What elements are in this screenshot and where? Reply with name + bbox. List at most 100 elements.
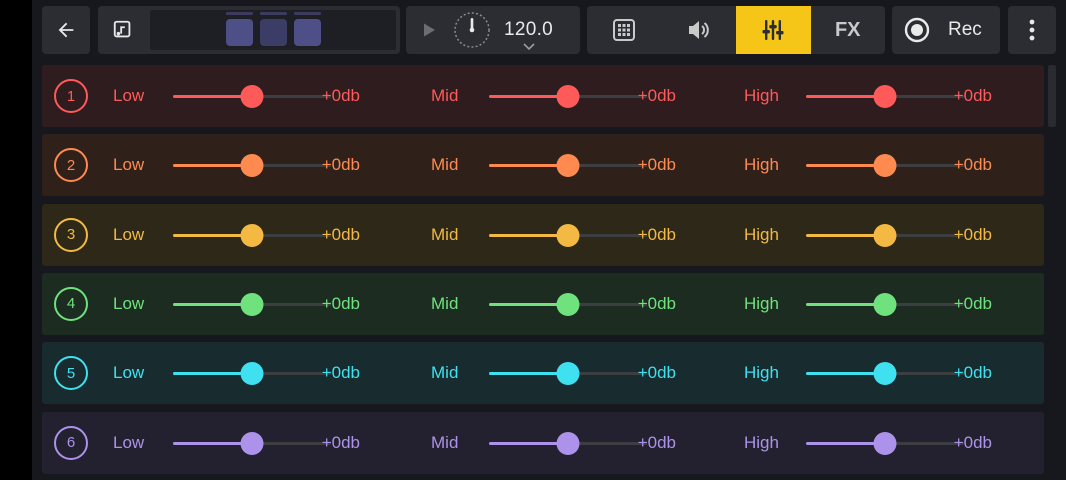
slider-thumb[interactable] xyxy=(556,292,580,316)
play-icon xyxy=(424,23,435,37)
mid-band-label: Mid xyxy=(431,363,459,383)
high-band-label: High xyxy=(744,155,779,175)
slider-thumb[interactable] xyxy=(240,223,264,247)
high-band-label: High xyxy=(744,432,779,452)
scrollbar[interactable] xyxy=(1048,65,1056,127)
low-gain-value: +0db xyxy=(321,224,360,244)
fx-view-button[interactable]: FX xyxy=(811,6,886,54)
fx-label: FX xyxy=(834,18,861,41)
pattern-pad[interactable] xyxy=(260,19,287,46)
toolbar: 120.0 FX Rec xyxy=(32,0,1066,62)
pattern-selector[interactable] xyxy=(98,6,400,54)
tempo-control[interactable]: 120.0 xyxy=(406,6,580,54)
slider-thumb[interactable] xyxy=(240,431,264,455)
pattern-strip[interactable] xyxy=(150,10,396,50)
mid-gain-value: +0db xyxy=(637,293,676,313)
slider-thumb[interactable] xyxy=(240,362,264,386)
pattern-marker xyxy=(294,12,321,15)
slider-thumb[interactable] xyxy=(873,223,897,247)
low-gain-value: +0db xyxy=(321,155,360,175)
low-band-label: Low xyxy=(113,363,145,383)
channel-row: 6 Low +0db Mid +0db High +0db xyxy=(42,411,1044,474)
pattern-marker xyxy=(226,12,253,15)
low-gain-value: +0db xyxy=(321,86,360,105)
slider-thumb[interactable] xyxy=(873,431,897,455)
high-band-label: High xyxy=(744,224,779,244)
channel-number[interactable]: 5 xyxy=(54,356,88,391)
record-button[interactable]: Rec xyxy=(892,6,1000,54)
sliders-icon xyxy=(762,20,784,40)
high-band-label: High xyxy=(744,363,779,383)
slider-thumb[interactable] xyxy=(240,85,264,108)
mid-gain-value: +0db xyxy=(637,432,676,452)
low-band-label: Low xyxy=(113,155,145,175)
low-gain-value: +0db xyxy=(321,293,360,313)
channel-row: 5 Low +0db Mid +0db High +0db xyxy=(42,342,1044,405)
volume-view-button[interactable] xyxy=(662,6,737,54)
arrow-left-icon xyxy=(58,22,74,38)
mid-gain-value: +0db xyxy=(637,155,676,175)
low-band-label: Low xyxy=(113,293,145,313)
mid-band-label: Mid xyxy=(431,293,459,313)
channel-row: 4 Low +0db Mid +0db High +0db xyxy=(42,272,1044,335)
mid-band-label: Mid xyxy=(431,155,459,175)
slider-thumb[interactable] xyxy=(873,85,897,108)
play-button[interactable] xyxy=(406,22,452,38)
slider-thumb[interactable] xyxy=(873,362,897,386)
mid-band-label: Mid xyxy=(431,86,459,105)
more-options-button[interactable] xyxy=(1008,6,1056,54)
channel-number[interactable]: 6 xyxy=(54,425,88,460)
tempo-value[interactable]: 120.0 xyxy=(504,19,554,51)
slider-thumb[interactable] xyxy=(556,223,580,247)
low-gain-value: +0db xyxy=(321,363,360,383)
low-gain-value: +0db xyxy=(321,432,360,452)
app: 120.0 FX Rec 1 Low +0db Mid +0db High +0… xyxy=(32,0,1066,480)
music-note-icon xyxy=(113,20,131,38)
low-band-label: Low xyxy=(113,224,145,244)
low-band-label: Low xyxy=(113,432,145,452)
grid-pads-icon xyxy=(613,19,636,41)
high-band-label: High xyxy=(744,293,779,313)
slider-thumb[interactable] xyxy=(873,154,897,178)
mixer-view-button[interactable] xyxy=(736,6,811,54)
slider-thumb[interactable] xyxy=(556,85,580,108)
tempo-value-text: 120.0 xyxy=(504,19,554,40)
slider-thumb[interactable] xyxy=(556,154,580,178)
high-gain-value: +0db xyxy=(953,224,992,244)
slider-thumb[interactable] xyxy=(556,362,580,386)
view-switcher: FX xyxy=(587,6,885,54)
slider-thumb[interactable] xyxy=(873,292,897,316)
mid-gain-value: +0db xyxy=(637,363,676,383)
pattern-library-button[interactable] xyxy=(98,6,148,54)
back-button[interactable] xyxy=(42,6,90,54)
slider-thumb[interactable] xyxy=(240,292,264,316)
high-gain-value: +0db xyxy=(953,155,992,175)
metronome-dial-icon xyxy=(454,12,490,48)
record-label: Rec xyxy=(948,19,982,40)
channel-number[interactable]: 3 xyxy=(54,217,88,252)
channel-row: 2 Low +0db Mid +0db High +0db xyxy=(42,134,1044,197)
channel-row: 1 Low +0db Mid +0db High +0db xyxy=(42,65,1044,127)
high-gain-value: +0db xyxy=(953,363,992,383)
record-icon xyxy=(904,17,930,43)
channel-row: 3 Low +0db Mid +0db High +0db xyxy=(42,203,1044,266)
chevron-down-icon xyxy=(522,43,535,51)
slider-thumb[interactable] xyxy=(556,431,580,455)
channel-number[interactable]: 1 xyxy=(54,79,88,113)
high-gain-value: +0db xyxy=(953,432,992,452)
pattern-pad[interactable] xyxy=(226,19,253,46)
metronome-dial[interactable] xyxy=(452,10,492,50)
channel-number[interactable]: 4 xyxy=(54,286,88,321)
pads-view-button[interactable] xyxy=(587,6,662,54)
more-vertical-icon xyxy=(1029,19,1035,41)
channel-number[interactable]: 2 xyxy=(54,148,88,183)
mid-gain-value: +0db xyxy=(637,86,676,105)
pattern-pad[interactable] xyxy=(294,19,321,46)
low-band-label: Low xyxy=(113,86,145,105)
high-band-label: High xyxy=(744,86,779,105)
mid-band-label: Mid xyxy=(431,432,459,452)
mid-gain-value: +0db xyxy=(637,224,676,244)
mid-band-label: Mid xyxy=(431,224,459,244)
high-gain-value: +0db xyxy=(953,86,992,105)
slider-thumb[interactable] xyxy=(240,154,264,178)
